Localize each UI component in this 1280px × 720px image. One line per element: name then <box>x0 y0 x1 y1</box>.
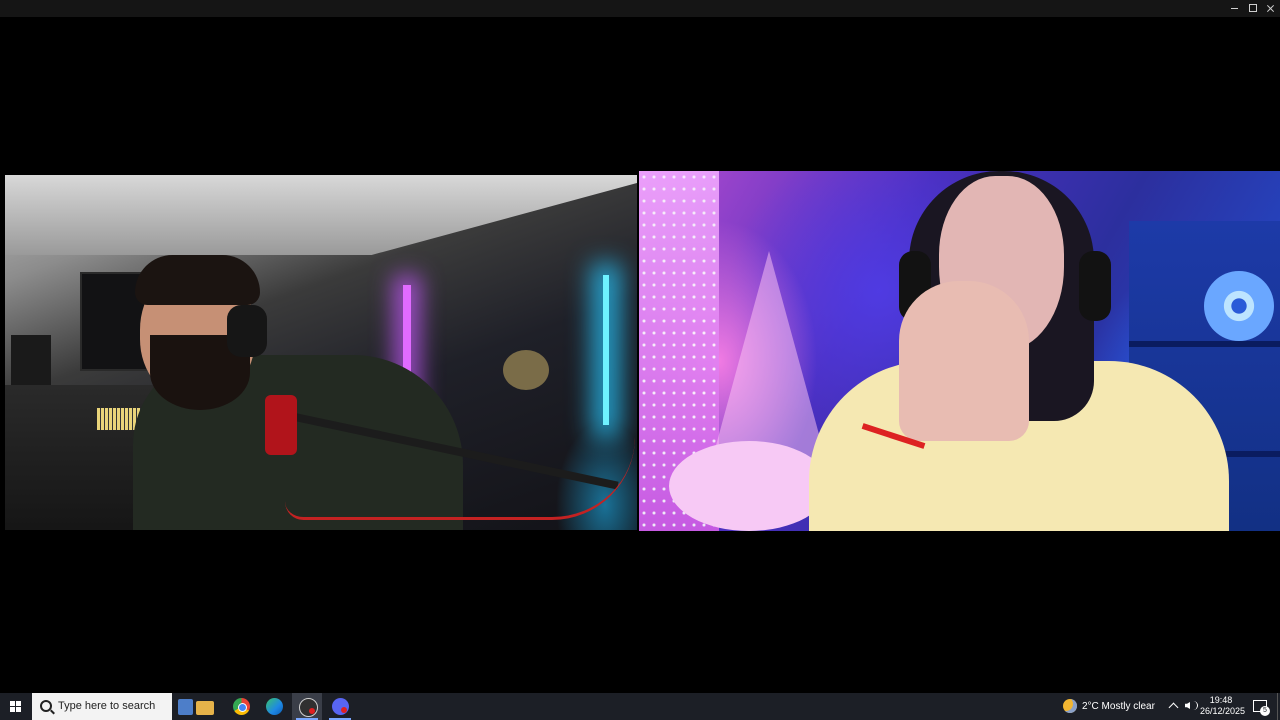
ceiling <box>5 175 637 255</box>
weather-text: 2°C Mostly clear <box>1082 701 1155 712</box>
clock[interactable]: 19:48 26/12/2025 <box>1200 693 1246 720</box>
show-hidden-icons-button[interactable] <box>1166 693 1182 720</box>
minimize-button[interactable] <box>1226 0 1244 17</box>
volume-icon <box>1185 702 1190 709</box>
discord-icon <box>332 698 349 715</box>
headphones <box>227 305 267 357</box>
close-button[interactable] <box>1262 0 1280 17</box>
video-call-window <box>0 0 1280 693</box>
clock-date: 26/12/2025 <box>1200 706 1246 716</box>
search-icon <box>40 700 52 712</box>
taskbar: Type here to search 2°C Mostly clear 19:… <box>0 693 1280 720</box>
start-button[interactable] <box>0 693 32 720</box>
taskbar-app-widgets[interactable] <box>176 693 218 720</box>
record-decor <box>1204 271 1274 341</box>
guitar <box>503 350 549 390</box>
maximize-button[interactable] <box>1244 0 1262 17</box>
taskbar-app-obs[interactable] <box>292 693 322 720</box>
shopping-bag-icon <box>196 701 214 715</box>
participant-hair <box>135 255 260 305</box>
windows-logo-icon <box>10 701 21 712</box>
video-feed-left[interactable] <box>5 175 637 530</box>
edge-icon <box>266 698 283 715</box>
participant-hand <box>899 281 1029 441</box>
taskbar-app-edge[interactable] <box>259 693 289 720</box>
notification-badge: 5 <box>1260 706 1270 716</box>
volume-button[interactable] <box>1182 693 1200 720</box>
video-feed-right[interactable] <box>639 171 1280 531</box>
volume-wave <box>1192 701 1198 710</box>
mic-cable <box>285 437 635 520</box>
cyan-led-light <box>603 275 609 425</box>
chrome-icon <box>233 698 250 715</box>
shelf-divider <box>1129 341 1280 347</box>
light-tree <box>709 251 829 471</box>
search-placeholder: Type here to search <box>58 700 156 712</box>
search-input[interactable]: Type here to search <box>32 693 172 720</box>
taskbar-app-chrome[interactable] <box>226 693 256 720</box>
fluffy-decor <box>669 441 829 531</box>
title-bar <box>0 0 1280 17</box>
shopping-bag-icon <box>178 699 193 715</box>
chevron-up-icon <box>1168 702 1179 713</box>
taskbar-app-discord[interactable] <box>325 693 355 720</box>
partly-cloudy-night-icon <box>1063 699 1077 713</box>
obs-icon <box>299 698 318 717</box>
weather-widget[interactable]: 2°C Mostly clear <box>1058 693 1160 720</box>
headphones <box>1079 251 1111 321</box>
notifications-button[interactable]: 5 <box>1248 693 1274 720</box>
clock-time: 19:48 <box>1209 695 1233 705</box>
